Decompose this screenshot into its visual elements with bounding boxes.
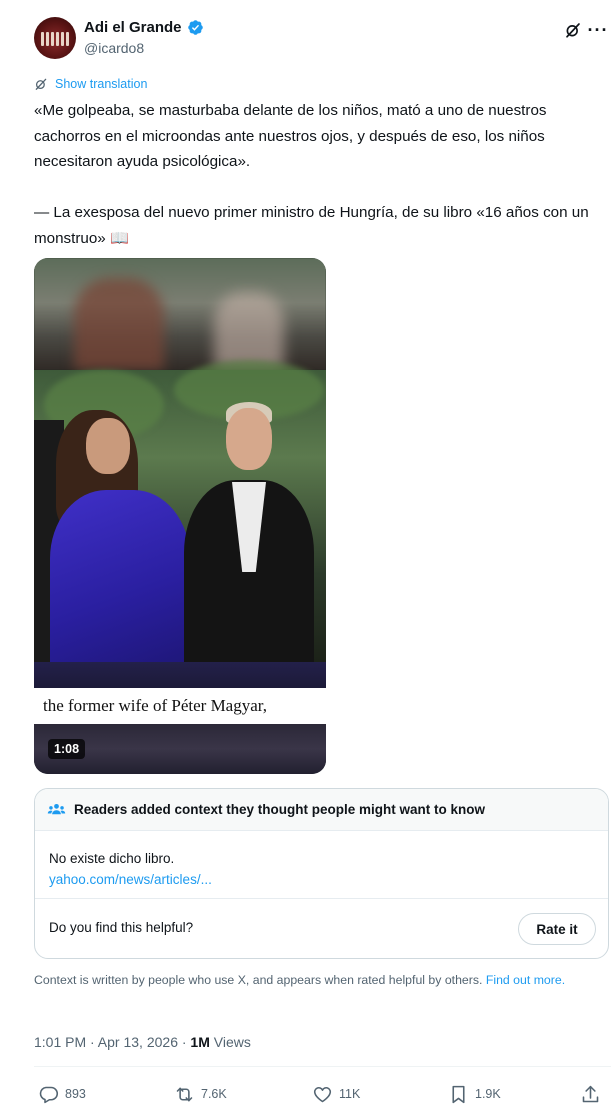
reply-count: 893 bbox=[65, 1087, 86, 1101]
divider bbox=[34, 1066, 611, 1067]
community-note-header: Readers added context they thought peopl… bbox=[35, 789, 608, 831]
repost-icon bbox=[176, 1087, 193, 1101]
repost-count: 7.6K bbox=[201, 1087, 227, 1101]
bookmark-button[interactable]: 1.9K bbox=[448, 1082, 501, 1106]
action-bar: 893 7.6K 11K 1.9K bbox=[34, 1082, 611, 1110]
tweet-timestamp: 1:01 PM · Apr 13, 2026 · 1M Views bbox=[34, 1034, 251, 1050]
bookmark-count: 1.9K bbox=[475, 1087, 501, 1101]
heart-icon bbox=[313, 1086, 332, 1102]
community-note-body: No existe dicho libro. yahoo.com/news/ar… bbox=[49, 848, 212, 890]
rate-it-button[interactable]: Rate it bbox=[518, 913, 596, 945]
share-button[interactable] bbox=[580, 1082, 601, 1106]
video-player[interactable]: the former wife of Péter Magyar, 1:08 bbox=[34, 258, 326, 774]
avatar-image bbox=[41, 32, 69, 46]
show-translation-link[interactable]: Show translation bbox=[34, 77, 147, 91]
author-handle[interactable]: @icardo8 bbox=[84, 40, 144, 56]
community-note-text: No existe dicho libro. bbox=[49, 851, 175, 866]
community-note-source-link[interactable]: yahoo.com/news/articles/... bbox=[49, 869, 212, 890]
avatar[interactable] bbox=[34, 17, 76, 59]
video-caption-band bbox=[34, 662, 326, 688]
community-note: Readers added context they thought peopl… bbox=[34, 788, 609, 959]
repost-button[interactable]: 7.6K bbox=[174, 1082, 227, 1106]
context-info: Context is written by people who use X, … bbox=[34, 972, 604, 988]
find-out-more-link[interactable]: Find out more. bbox=[486, 973, 565, 987]
helpful-question: Do you find this helpful? bbox=[49, 920, 194, 935]
verified-badge-icon bbox=[187, 20, 203, 35]
video-frame-main bbox=[34, 360, 326, 662]
context-info-text: Context is written by people who use X, … bbox=[34, 973, 486, 987]
timestamp-time[interactable]: 1:01 PM · Apr 13, 2026 · bbox=[34, 1034, 190, 1050]
translate-icon bbox=[35, 78, 47, 90]
author-name[interactable]: Adi el Grande bbox=[84, 19, 182, 36]
like-count: 11K bbox=[339, 1087, 361, 1101]
tweet: Adi el Grande @icardo8 ··· Show translat… bbox=[0, 0, 611, 1110]
show-translation-label[interactable]: Show translation bbox=[55, 77, 147, 91]
video-duration: 1:08 bbox=[48, 739, 86, 759]
reply-button[interactable]: 893 bbox=[38, 1082, 86, 1106]
tweet-text: «Me golpeaba, se masturbaba delante de l… bbox=[34, 102, 589, 247]
people-icon bbox=[47, 803, 66, 815]
bookmark-icon bbox=[452, 1085, 465, 1103]
share-icon bbox=[582, 1085, 599, 1102]
views-count: 1M bbox=[190, 1034, 210, 1050]
divider bbox=[35, 898, 608, 899]
views-label: Views bbox=[209, 1034, 251, 1050]
author-name-row[interactable]: Adi el Grande bbox=[84, 19, 204, 36]
like-button[interactable]: 11K bbox=[312, 1082, 360, 1106]
video-caption: the former wife of Péter Magyar, bbox=[34, 688, 326, 724]
video-frame-top bbox=[34, 258, 326, 370]
community-note-title: Readers added context they thought peopl… bbox=[74, 802, 486, 817]
reply-icon bbox=[39, 1086, 59, 1103]
grok-icon[interactable] bbox=[563, 20, 583, 40]
more-icon[interactable]: ··· bbox=[588, 20, 608, 40]
